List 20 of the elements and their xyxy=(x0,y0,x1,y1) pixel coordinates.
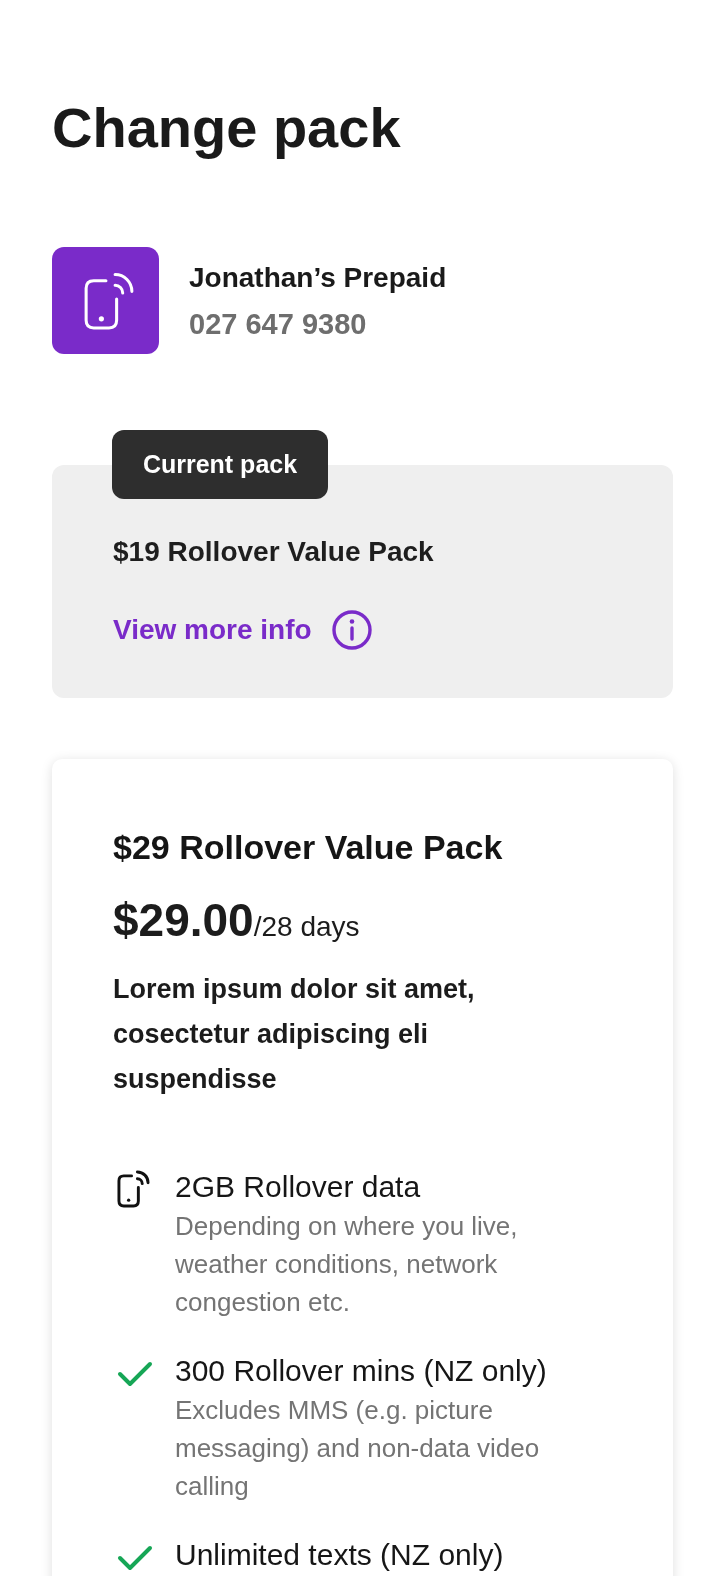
info-icon xyxy=(331,610,372,650)
price-amount: $29.00 xyxy=(113,893,254,948)
phone-number: 027 647 9380 xyxy=(189,306,368,342)
check-icon xyxy=(117,1544,153,1572)
check-icon xyxy=(117,1360,153,1388)
feature-note: Depending on where you live, weather conditions, network congestion etc. xyxy=(175,1210,519,1319)
feature-title: 2GB Rollover data xyxy=(175,1169,421,1205)
phone-signal-icon xyxy=(52,247,159,354)
account-name: Jonathan’s Prepaid xyxy=(189,260,447,295)
page-title: Change pack xyxy=(52,96,401,160)
feature-title: Unlimited texts (NZ only) xyxy=(175,1537,504,1573)
pack-description: Lorem ipsum dolor sit amet, cosectetur adipiscing eli suspendisse xyxy=(113,973,476,1096)
current-pack-badge: Current pack xyxy=(112,430,328,499)
pack-name: $19 Rollover Value Pack xyxy=(113,535,434,569)
feature-note: Excludes MMS (e.g. picture messaging) and non-data video calling xyxy=(175,1394,541,1503)
view-more-info-link[interactable]: View more info xyxy=(113,610,372,650)
pack-title: $29 Rollover Value Pack xyxy=(113,827,503,867)
feature-title: 300 Rollover mins (NZ only) xyxy=(175,1353,547,1389)
price-period: /28 days xyxy=(253,911,360,944)
phone-signal-icon xyxy=(117,1169,150,1208)
